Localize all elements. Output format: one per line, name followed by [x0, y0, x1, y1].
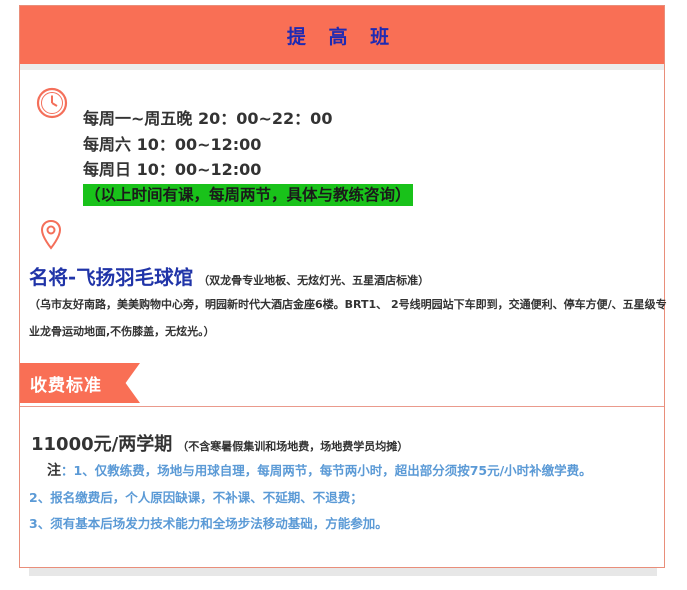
- schedule-weekday: 每周一~周五晚 20：00~22：00: [83, 109, 333, 128]
- course-header: 提 高 班: [20, 6, 664, 64]
- price: 11000元/两学期: [31, 434, 173, 455]
- notes-label: 注: [47, 463, 61, 479]
- fee-section-tag: 收费标准: [20, 363, 140, 403]
- fee-notes: 注：1、仅教练费，场地与用球自理，每周两节，每节两小时，超出部分须按75元/小时…: [29, 458, 665, 538]
- header-shadow: [20, 64, 664, 70]
- fee-section-title: 收费标准: [30, 376, 102, 396]
- clock-icon: [36, 87, 68, 119]
- note-3: 3、须有基本后场发力技术能力和全场步法移动基础，方能参加。: [29, 516, 388, 531]
- schedule-block: 每周一~周五晚 20：00~22：00 每周六 10：00~12:00 每周日 …: [83, 106, 413, 206]
- venue-address: （乌市友好南路，美美购物中心旁，明园新时代大酒店金座6楼。BRT1、 2号线明园…: [29, 298, 667, 338]
- venue-name: 名将-飞扬羽毛球馆: [29, 266, 194, 289]
- schedule-sunday: 每周日 10：00~12:00: [83, 160, 262, 179]
- note-1: 注：1、仅教练费，场地与用球自理，每周两节，每节两小时，超出部分须按75元/小时…: [29, 458, 665, 485]
- note-1-text: ：1、仅教练费，场地与用球自理，每周两节，每节两小时，超出部分须按75元/小时补…: [61, 463, 592, 478]
- card-shadow: [29, 568, 657, 576]
- schedule-note: （以上时间有课，每周两节，具体与教练咨询）: [83, 183, 413, 206]
- note-2: 2、报名缴费后，个人原因缺课，不补课、不延期、不退费；: [29, 489, 363, 505]
- price-note: （不含寒暑假集训和场地费，场地费学员均摊）: [177, 440, 409, 453]
- venue-line: 名将-飞扬羽毛球馆 （双龙骨专业地板、无炫灯光、五星酒店标准）: [29, 261, 429, 290]
- course-card: 提 高 班 每周一~周五晚 20：00~22：00 每周六 10：00~12:0…: [19, 5, 667, 568]
- pin-icon: [40, 219, 62, 250]
- fee-divider: [20, 406, 664, 407]
- venue-desc: （双龙骨专业地板、无炫灯光、五星酒店标准）: [198, 274, 430, 287]
- schedule-saturday: 每周六 10：00~12:00: [83, 134, 262, 154]
- price-line: 11000元/两学期 （不含寒暑假集训和场地费，场地费学员均摊）: [31, 430, 408, 456]
- course-title: 提 高 班: [286, 25, 398, 48]
